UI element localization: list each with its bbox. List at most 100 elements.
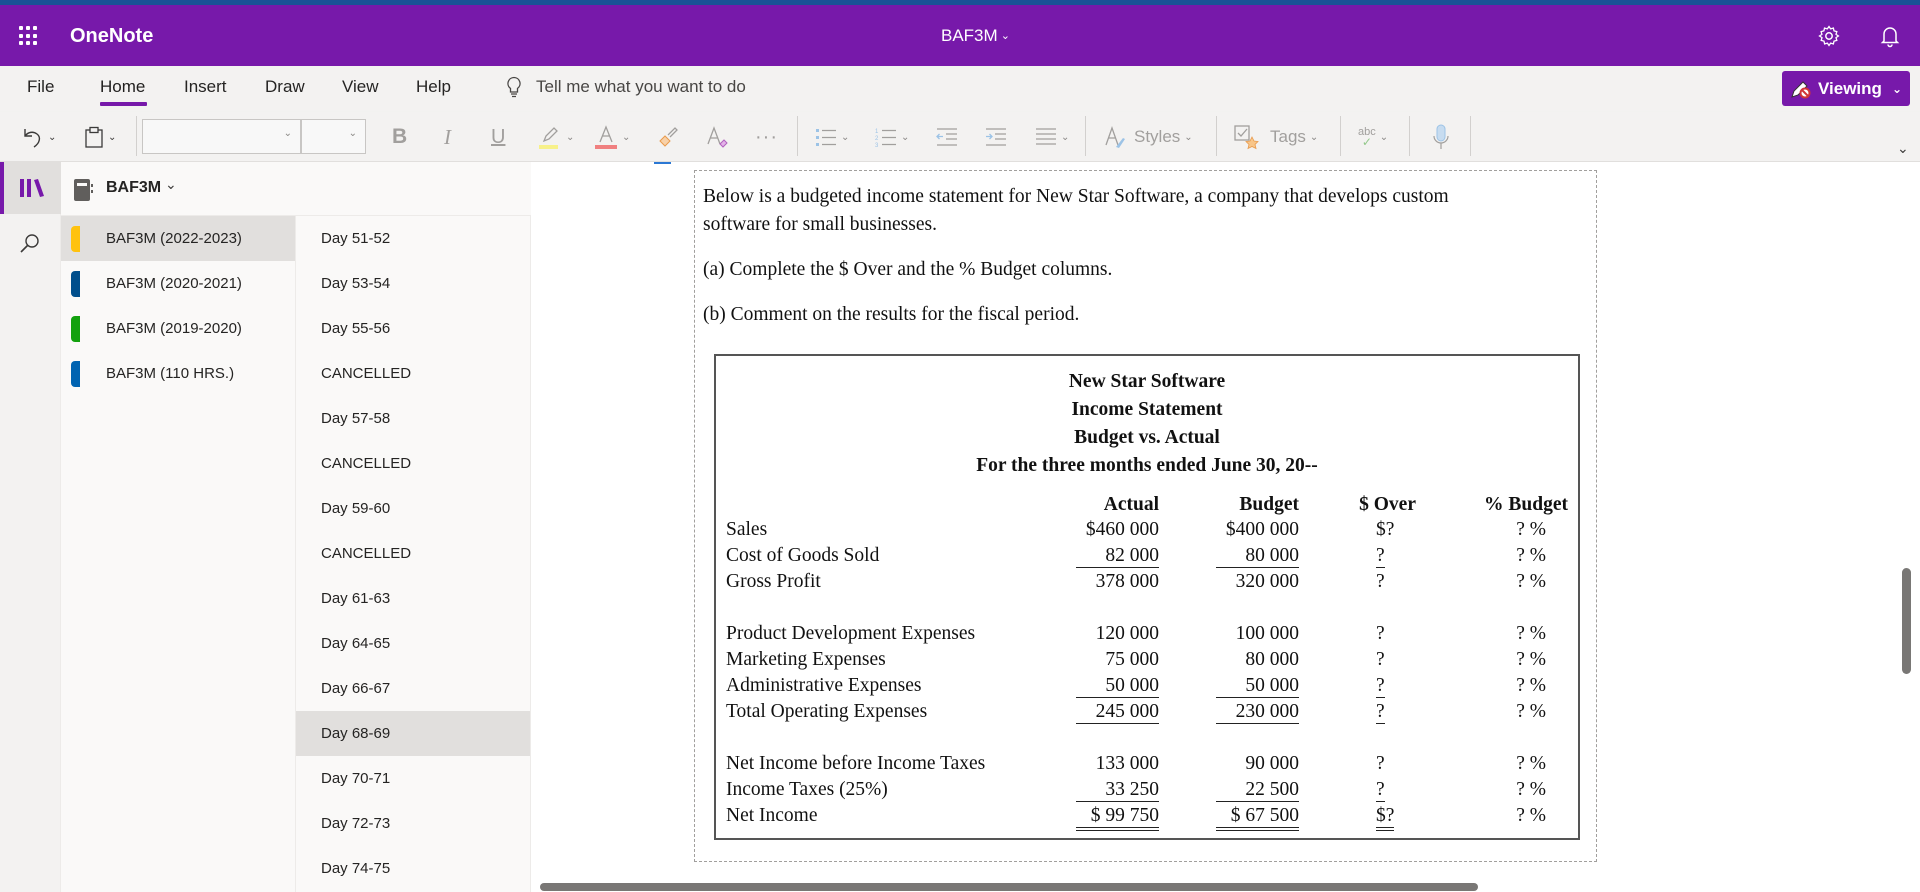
clear-formatting-button[interactable] [705, 122, 729, 152]
align-button[interactable]: ⌄ [1035, 122, 1069, 152]
styles-button[interactable]: Styles ⌄ [1104, 122, 1193, 152]
row-label: Net Income [726, 805, 818, 826]
gear-icon[interactable] [1817, 24, 1841, 48]
row-label: Sales [726, 519, 768, 540]
tab-file[interactable]: File [27, 77, 54, 97]
ribbon-tabs: File Home Insert Draw View Help Tell me … [0, 66, 1920, 112]
cell-actual: $ 99 750 [1076, 805, 1159, 831]
section-item[interactable]: BAF3M (2019-2020) [61, 306, 295, 351]
underline-button[interactable]: U [491, 122, 505, 152]
tab-draw[interactable]: Draw [265, 77, 305, 97]
page-item[interactable]: Day 53-54 [296, 261, 530, 306]
row-label: Income Taxes (25%) [726, 779, 888, 800]
svg-text:1: 1 [875, 129, 879, 135]
svg-text:3: 3 [875, 143, 879, 147]
cell-budget: 80 000 [1216, 545, 1299, 568]
font-size-select[interactable]: ⌄ [301, 119, 366, 154]
insertion-marker [654, 162, 671, 164]
tab-home[interactable]: Home [100, 77, 145, 97]
navigation-rail [0, 162, 61, 892]
page-item[interactable]: CANCELLED [296, 531, 530, 576]
collapse-ribbon-button[interactable]: ⌄ [1897, 140, 1909, 158]
notebooks-nav-button[interactable] [0, 162, 61, 214]
app-launcher-icon[interactable] [19, 26, 39, 46]
page-item[interactable]: Day 68-69 [296, 711, 530, 756]
clipboard-icon [85, 126, 103, 148]
page-item[interactable]: Day 74-75 [296, 846, 530, 891]
page-item[interactable]: Day 72-73 [296, 801, 530, 846]
page-item[interactable]: Day 66-67 [296, 666, 530, 711]
page-item[interactable]: Day 51-52 [296, 216, 530, 261]
app-name: OneNote [70, 25, 154, 47]
section-item[interactable]: BAF3M (2020-2021) [61, 261, 295, 306]
toolbar-divider [1340, 116, 1341, 156]
page-item[interactable]: Day 59-60 [296, 486, 530, 531]
notebook-title-dropdown[interactable]: BAF3M ⌄ [941, 26, 1010, 46]
decrease-indent-button[interactable] [936, 122, 958, 152]
page-canvas: Below is a budgeted income statement for… [531, 162, 1920, 892]
notebook-picker[interactable]: BAF3M ⌄ [61, 162, 531, 216]
page-item[interactable]: Day 57-58 [296, 396, 530, 441]
cell-actual: 50 000 [1076, 675, 1159, 698]
ribbon-toolbar: ⌄ ⌄ ⌄ ⌄ B I U ⌄ ⌄ ··· ⌄ 123 ⌄ ⌄ Styles ⌄… [0, 112, 1920, 162]
font-name-select[interactable]: ⌄ [142, 119, 301, 154]
font-color-button[interactable]: ⌄ [594, 122, 630, 152]
chevron-down-icon: ⌄ [622, 131, 631, 143]
section-label: BAF3M (2020-2021) [106, 275, 242, 292]
tab-insert[interactable]: Insert [184, 77, 227, 97]
italic-button[interactable]: I [444, 122, 451, 152]
paste-button[interactable]: ⌄ [84, 122, 116, 152]
row-label: Marketing Expenses [726, 649, 886, 670]
chevron-down-icon: ⌄ [1309, 131, 1319, 143]
cell-budget: 230 000 [1216, 701, 1299, 724]
bullets-button[interactable]: ⌄ [815, 122, 849, 152]
tell-me-search[interactable]: Tell me what you want to do [506, 76, 746, 98]
cell-over: $? [1376, 519, 1395, 540]
tags-button[interactable]: Tags ⌄ [1234, 122, 1318, 152]
vertical-scrollbar[interactable] [1902, 568, 1911, 674]
page-item[interactable]: Day 64-65 [296, 621, 530, 666]
highlight-button[interactable]: ⌄ [538, 122, 574, 152]
chevron-down-icon: ⌄ [108, 131, 117, 143]
tab-view[interactable]: View [342, 77, 379, 97]
cell-over: ? [1376, 675, 1385, 698]
statement-period: For the three months ended June 30, 20-- [976, 455, 1318, 476]
increase-indent-button[interactable] [985, 122, 1007, 152]
horizontal-scrollbar[interactable] [540, 883, 1478, 891]
cell-over: ? [1376, 545, 1385, 568]
cell-actual: 245 000 [1076, 701, 1159, 724]
lightbulb-icon [507, 76, 521, 98]
page-item[interactable]: Day 61-63 [296, 576, 530, 621]
format-painter-button[interactable] [657, 122, 679, 152]
page-item[interactable]: Day 55-56 [296, 306, 530, 351]
search-nav-button[interactable] [18, 232, 42, 261]
numbering-button[interactable]: 123 ⌄ [875, 122, 909, 152]
notebook-title: BAF3M [941, 26, 998, 45]
bold-button[interactable]: B [392, 122, 407, 152]
bell-icon[interactable] [1878, 24, 1902, 48]
row-label: Administrative Expenses [726, 675, 922, 696]
section-label: BAF3M (2019-2020) [106, 320, 242, 337]
note-container[interactable]: Below is a budgeted income statement for… [694, 170, 1597, 862]
chevron-down-icon: ⌄ [901, 131, 910, 143]
active-tab-indicator [100, 102, 147, 106]
statement-company: New Star Software [1068, 371, 1226, 392]
col-header-actual: Actual [1103, 494, 1159, 515]
chevron-down-icon: ⌄ [1061, 131, 1070, 143]
notebooks-library-icon [20, 179, 44, 197]
question-a: (a) Complete the $ Over and the % Budget… [703, 259, 1113, 280]
page-list: Day 51-52 Day 53-54 Day 55-56 CANCELLED Day … [296, 216, 531, 892]
viewing-mode-button[interactable]: Viewing ⌄ [1782, 71, 1910, 106]
section-item[interactable]: BAF3M (110 HRS.) [61, 351, 295, 396]
page-item[interactable]: CANCELLED [296, 441, 530, 486]
chevron-down-icon: ⌄ [1891, 81, 1902, 96]
spelling-button[interactable]: abc ✓ ⌄ [1358, 122, 1388, 152]
cell-pct: ? % [1516, 571, 1546, 592]
more-options-button[interactable]: ··· [755, 122, 778, 152]
section-item[interactable]: BAF3M (2022-2023) [61, 216, 295, 261]
page-item[interactable]: Day 70-71 [296, 756, 530, 801]
undo-button[interactable]: ⌄ [22, 122, 56, 152]
dictate-button[interactable] [1432, 122, 1450, 152]
page-item[interactable]: CANCELLED [296, 351, 530, 396]
tab-help[interactable]: Help [416, 77, 451, 97]
